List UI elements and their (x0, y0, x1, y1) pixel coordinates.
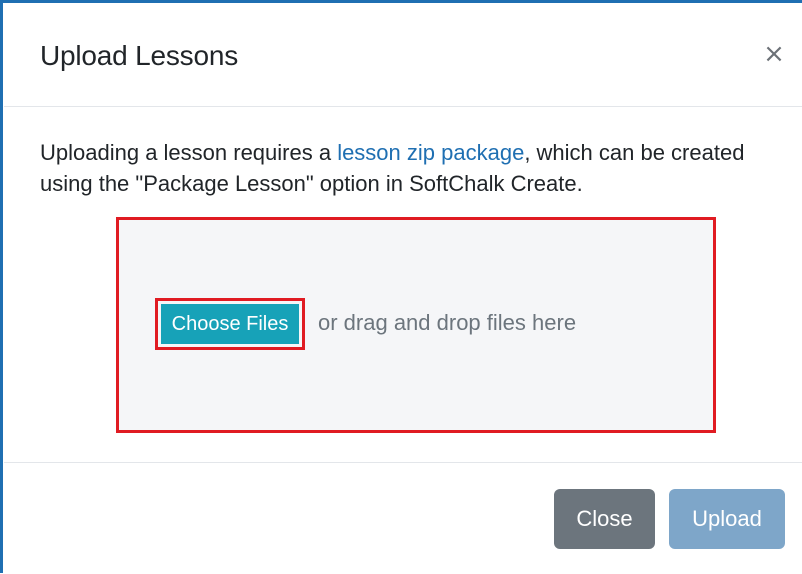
window-left-border (0, 0, 3, 573)
window-top-border (0, 0, 802, 3)
drag-drop-hint: or drag and drop files here (318, 310, 577, 335)
file-dropzone[interactable]: Choose Files or drag and drop files here (116, 217, 716, 433)
modal-title: Upload Lessons (40, 40, 238, 71)
instructions-text-start: Uploading a lesson requires a (40, 140, 338, 165)
choose-files-button[interactable]: Choose Files (161, 304, 299, 344)
close-icon[interactable]: × (762, 41, 786, 67)
choose-files-highlight: Choose Files (155, 298, 305, 350)
screenshot-frame: Upload Lessons × Uploading a lesson requ… (0, 0, 802, 573)
modal-header: Upload Lessons × (4, 4, 802, 107)
upload-lessons-modal: Upload Lessons × Uploading a lesson requ… (4, 4, 802, 573)
upload-instructions: Uploading a lesson requires a lesson zip… (40, 137, 760, 199)
upload-button[interactable]: Upload (669, 489, 785, 549)
modal-footer: Close Upload (4, 462, 802, 574)
lesson-zip-package-link[interactable]: lesson zip package (337, 140, 524, 165)
close-button[interactable]: Close (554, 489, 655, 549)
